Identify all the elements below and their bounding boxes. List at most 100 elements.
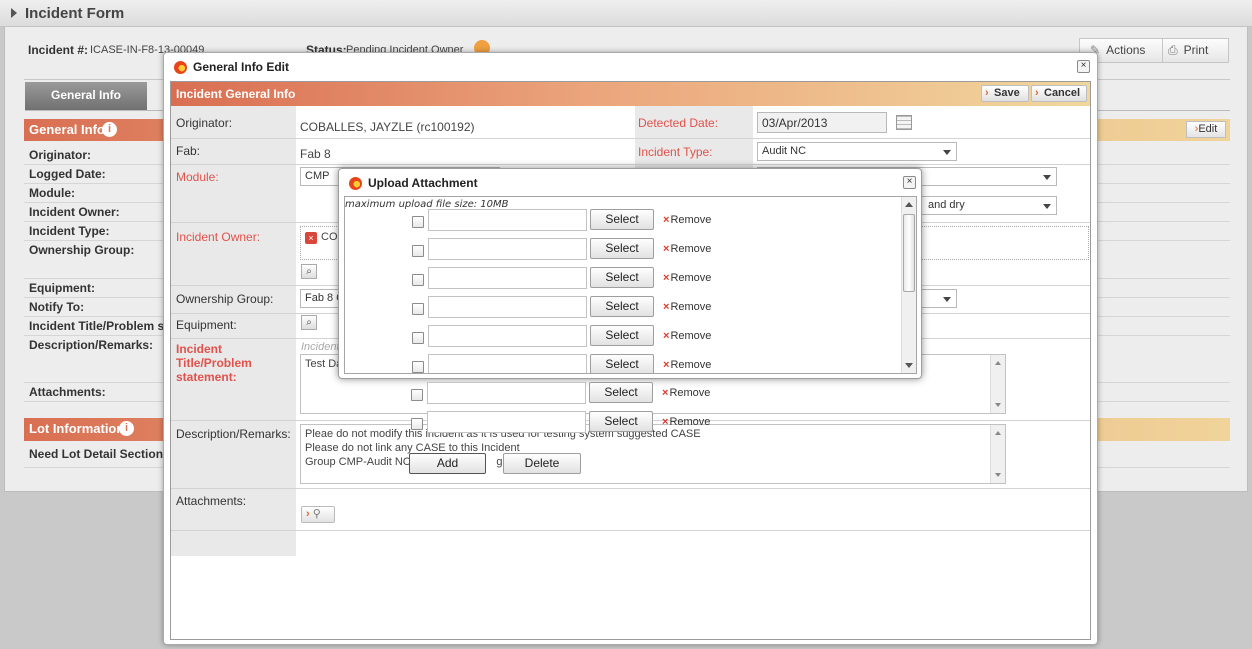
- remove-icon: ×: [662, 387, 669, 399]
- section-title: Incident General Info: [176, 87, 296, 101]
- upload-checkbox[interactable]: [412, 361, 424, 373]
- file-path-input[interactable]: [428, 209, 587, 231]
- chevron-down-icon: [1043, 204, 1051, 209]
- incident-owner-label: Incident Owner:: [176, 230, 261, 244]
- incident-type-select[interactable]: Audit NC: [757, 142, 957, 161]
- actions-toolbar: ✎ Actions ⎙ Print: [1079, 38, 1229, 63]
- upload-checkbox[interactable]: [412, 216, 424, 228]
- upload-row: Select ×Remove: [345, 238, 711, 262]
- upload-checkbox[interactable]: [411, 389, 423, 401]
- close-icon[interactable]: ×: [1077, 60, 1090, 73]
- remove-link[interactable]: ×Remove: [663, 214, 711, 226]
- upload-row: Select ×Remove: [345, 325, 711, 349]
- select-file-button[interactable]: Select: [590, 209, 654, 230]
- remove-link[interactable]: ×Remove: [663, 272, 711, 284]
- fab-label: Fab:: [176, 144, 201, 158]
- file-path-input[interactable]: [428, 238, 587, 260]
- remove-icon: ×: [663, 214, 670, 226]
- search-icon[interactable]: ⌕: [301, 315, 317, 330]
- actions-button[interactable]: ✎ Actions: [1090, 39, 1162, 62]
- upload-checkbox[interactable]: [412, 332, 424, 344]
- section-title: General Info: [29, 122, 105, 137]
- lot-detail-question: Need Lot Detail Section?: [29, 447, 171, 461]
- incident-title-hint: Incident: [301, 341, 340, 353]
- scroll-thumb[interactable]: [903, 214, 915, 292]
- file-path-input[interactable]: [428, 354, 587, 373]
- remove-icon: ×: [663, 359, 670, 371]
- upload-checkbox[interactable]: [411, 418, 423, 430]
- collapse-arrow-icon[interactable]: [11, 8, 17, 18]
- upload-attachment-dialog: Upload Attachment × maximum upload file …: [338, 168, 922, 379]
- page-header: Incident Form: [0, 0, 1252, 27]
- app-logo-icon: [174, 61, 187, 74]
- remove-icon: ×: [663, 272, 670, 284]
- upload-row: Select ×Remove: [344, 382, 710, 406]
- incident-type-label: Incident Type:: [638, 145, 713, 159]
- row-label-incident-owner: Incident Owner:: [29, 205, 120, 219]
- row-label-incident-type: Incident Type:: [29, 224, 110, 238]
- paperclip-icon[interactable]: › ⚲: [301, 506, 335, 523]
- edit-button[interactable]: ›Edit: [1186, 121, 1226, 138]
- file-path-input[interactable]: [427, 382, 586, 404]
- add-button[interactable]: Add: [409, 453, 486, 474]
- search-icon[interactable]: ⌕: [301, 264, 317, 279]
- page-title: Incident Form: [25, 5, 125, 22]
- row-label-module: Module:: [29, 186, 75, 200]
- app-logo-icon: [349, 177, 362, 190]
- select-file-button[interactable]: Select: [589, 382, 653, 403]
- printer-icon: ⎙: [1168, 43, 1178, 57]
- fab-value: Fab 8: [300, 147, 331, 161]
- tab-general-info[interactable]: General Info: [25, 82, 147, 111]
- close-icon[interactable]: ×: [903, 176, 916, 189]
- delete-button[interactable]: Delete: [503, 453, 581, 474]
- remove-link[interactable]: ×Remove: [663, 359, 711, 371]
- remove-link[interactable]: ×Remove: [663, 330, 711, 342]
- file-path-input[interactable]: [428, 267, 587, 289]
- select-file-button[interactable]: Select: [590, 267, 654, 288]
- remove-link[interactable]: ×Remove: [663, 301, 711, 313]
- scrollbar[interactable]: [990, 355, 1005, 413]
- detected-date-field[interactable]: 03/Apr/2013: [757, 112, 887, 133]
- print-button[interactable]: ⎙ Print: [1168, 39, 1228, 62]
- remove-link[interactable]: ×Remove: [663, 243, 711, 255]
- incident-title-label: Incident Title/Problem statement:: [176, 342, 252, 384]
- scrollbar[interactable]: [990, 425, 1005, 483]
- row-label-originator: Originator:: [29, 148, 91, 162]
- upload-checkbox[interactable]: [412, 274, 424, 286]
- upload-checkbox[interactable]: [412, 303, 424, 315]
- row-label-incident-title: Incident Title/Problem st: [29, 319, 169, 333]
- scrollbar[interactable]: [901, 197, 916, 373]
- info-icon: i: [119, 421, 134, 436]
- row-label-attachments: Attachments:: [29, 385, 106, 399]
- remove-link[interactable]: ×Remove: [662, 416, 710, 428]
- remove-owner-icon[interactable]: ×: [305, 232, 317, 244]
- save-button[interactable]: › Save: [981, 85, 1029, 102]
- scroll-down-icon[interactable]: [905, 363, 913, 368]
- description-label: Description/Remarks:: [176, 427, 291, 441]
- file-path-input[interactable]: [427, 411, 586, 433]
- equipment-label: Equipment:: [176, 318, 237, 332]
- section-title: Lot Information: [29, 421, 125, 436]
- select-file-button[interactable]: Select: [589, 411, 653, 432]
- select-file-button[interactable]: Select: [590, 354, 654, 373]
- info-icon: i: [102, 122, 117, 137]
- cancel-button[interactable]: › Cancel: [1031, 85, 1087, 102]
- scroll-up-icon[interactable]: [905, 202, 913, 207]
- select-file-button[interactable]: Select: [590, 238, 654, 259]
- upload-row: Select ×Remove: [344, 411, 710, 435]
- upload-checkbox[interactable]: [412, 245, 424, 257]
- module-label: Module:: [176, 170, 219, 184]
- select-file-button[interactable]: Select: [590, 325, 654, 346]
- file-path-input[interactable]: [428, 325, 587, 347]
- file-path-input[interactable]: [428, 296, 587, 318]
- remove-link[interactable]: ×Remove: [662, 387, 710, 399]
- calendar-icon[interactable]: [896, 115, 912, 130]
- select-file-button[interactable]: Select: [590, 296, 654, 317]
- detected-date-label: Detected Date:: [638, 116, 719, 130]
- remove-icon: ×: [663, 301, 670, 313]
- ownership-group-label: Ownership Group:: [176, 292, 274, 306]
- remove-icon: ×: [662, 416, 669, 428]
- row-label-ownership-group: Ownership Group:: [29, 243, 135, 257]
- originator-value: COBALLES, JAYZLE (rc100192): [300, 120, 475, 134]
- dialog-title: General Info Edit: [193, 60, 290, 74]
